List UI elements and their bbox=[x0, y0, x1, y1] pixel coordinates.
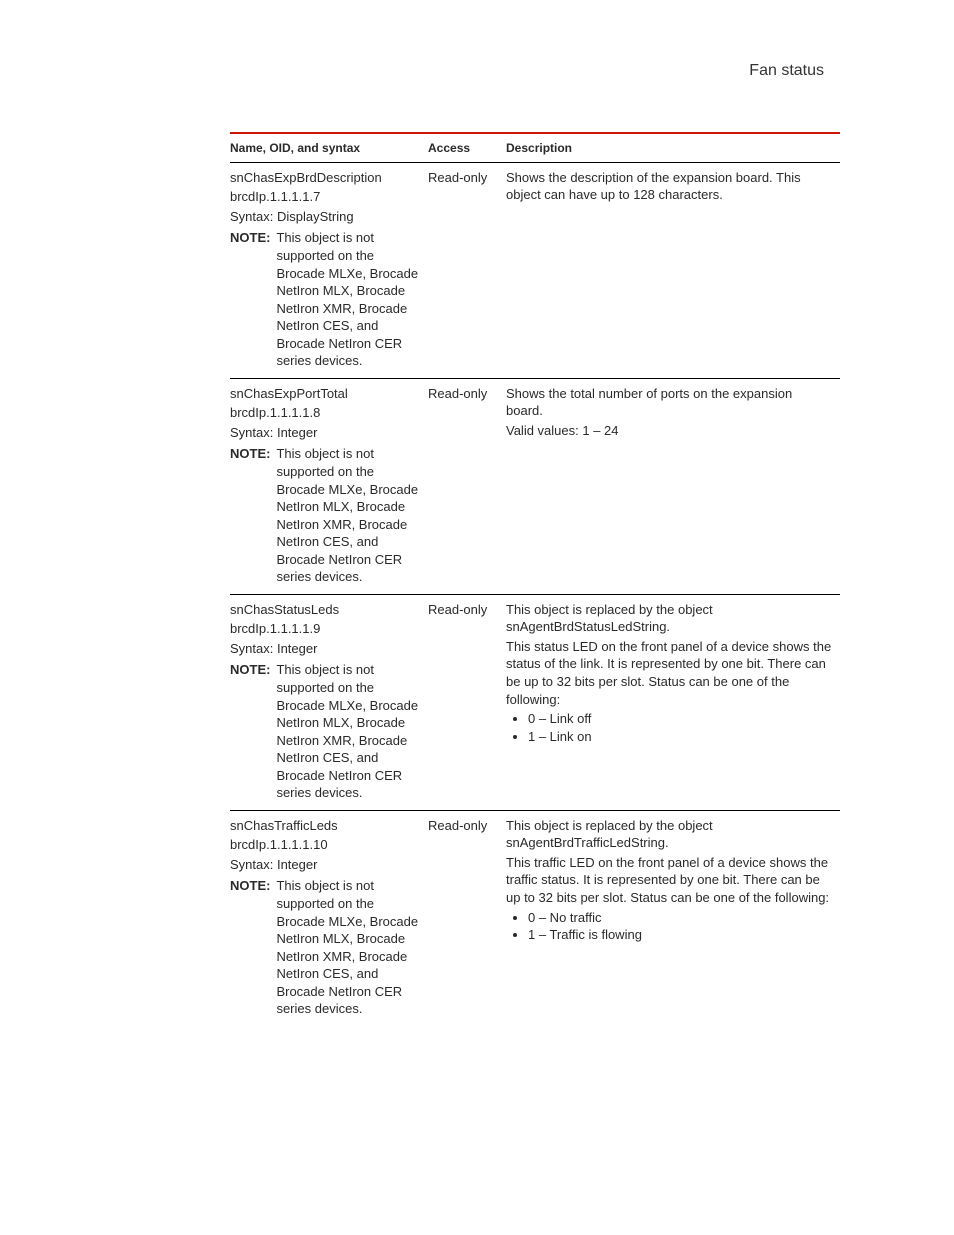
desc-paragraph: This traffic LED on the front panel of a… bbox=[506, 854, 832, 907]
name-line-oid: brcdIp.1.1.1.1.10 bbox=[230, 836, 420, 854]
th-desc: Description bbox=[506, 133, 840, 163]
note-block: NOTE:This object is not supported on the… bbox=[230, 661, 420, 801]
desc-paragraph: This status LED on the front panel of a … bbox=[506, 638, 832, 708]
note-text: This object is not supported on the Broc… bbox=[276, 445, 420, 585]
desc-bullet: 1 – Traffic is flowing bbox=[528, 926, 832, 944]
cell-desc: Shows the total number of ports on the e… bbox=[506, 378, 840, 594]
name-line-name: snChasExpBrdDescription bbox=[230, 169, 420, 187]
desc-bullet-list: 0 – Link off1 – Link on bbox=[528, 710, 832, 745]
table-header-row: Name, OID, and syntax Access Description bbox=[230, 133, 840, 163]
name-line-syntax: Syntax: Integer bbox=[230, 640, 420, 658]
table-row: snChasExpBrdDescriptionbrcdIp.1.1.1.1.7 S… bbox=[230, 162, 840, 378]
desc-bullet: 0 – No traffic bbox=[528, 909, 832, 927]
note-label: NOTE: bbox=[230, 877, 270, 1017]
cell-name: snChasExpPortTotalbrcdIp.1.1.1.1.8 Syntax… bbox=[230, 378, 428, 594]
note-text: This object is not supported on the Broc… bbox=[276, 661, 420, 801]
cell-name: snChasTrafficLedsbrcdIp.1.1.1.1.10 Syntax… bbox=[230, 810, 428, 1026]
note-label: NOTE: bbox=[230, 661, 270, 801]
desc-paragraph: This object is replaced by the object sn… bbox=[506, 817, 832, 852]
desc-bullet: 1 – Link on bbox=[528, 728, 832, 746]
desc-paragraph: Shows the description of the expansion b… bbox=[506, 169, 832, 204]
cell-name: snChasExpBrdDescriptionbrcdIp.1.1.1.1.7 S… bbox=[230, 162, 428, 378]
name-line-syntax: Syntax: Integer bbox=[230, 856, 420, 874]
note-block: NOTE:This object is not supported on the… bbox=[230, 445, 420, 585]
page: Fan status Name, OID, and syntax Access … bbox=[0, 0, 954, 1235]
cell-desc: This object is replaced by the object sn… bbox=[506, 810, 840, 1026]
cell-desc: This object is replaced by the object sn… bbox=[506, 594, 840, 810]
table-row: snChasStatusLedsbrcdIp.1.1.1.1.9 Syntax: … bbox=[230, 594, 840, 810]
name-line-name: snChasTrafficLeds bbox=[230, 817, 420, 835]
note-block: NOTE:This object is not supported on the… bbox=[230, 229, 420, 369]
cell-access: Read-only bbox=[428, 162, 506, 378]
cell-name: snChasStatusLedsbrcdIp.1.1.1.1.9 Syntax: … bbox=[230, 594, 428, 810]
cell-access: Read-only bbox=[428, 810, 506, 1026]
desc-paragraph: Valid values: 1 – 24 bbox=[506, 422, 832, 440]
desc-paragraph: Shows the total number of ports on the e… bbox=[506, 385, 832, 420]
name-line-oid: brcdIp.1.1.1.1.8 bbox=[230, 404, 420, 422]
page-title: Fan status bbox=[120, 60, 834, 82]
note-text: This object is not supported on the Broc… bbox=[276, 229, 420, 369]
name-line-oid: brcdIp.1.1.1.1.9 bbox=[230, 620, 420, 638]
cell-access: Read-only bbox=[428, 594, 506, 810]
note-label: NOTE: bbox=[230, 229, 270, 369]
note-block: NOTE:This object is not supported on the… bbox=[230, 877, 420, 1017]
name-line-oid: brcdIp.1.1.1.1.7 bbox=[230, 188, 420, 206]
name-line-syntax: Syntax: DisplayString bbox=[230, 208, 420, 226]
desc-bullet: 0 – Link off bbox=[528, 710, 832, 728]
mib-table: Name, OID, and syntax Access Description… bbox=[230, 132, 840, 1026]
th-name: Name, OID, and syntax bbox=[230, 133, 428, 163]
cell-desc: Shows the description of the expansion b… bbox=[506, 162, 840, 378]
table-row: snChasExpPortTotalbrcdIp.1.1.1.1.8 Syntax… bbox=[230, 378, 840, 594]
desc-paragraph: This object is replaced by the object sn… bbox=[506, 601, 832, 636]
desc-bullet-list: 0 – No traffic1 – Traffic is flowing bbox=[528, 909, 832, 944]
name-line-syntax: Syntax: Integer bbox=[230, 424, 420, 442]
table-row: snChasTrafficLedsbrcdIp.1.1.1.1.10 Syntax… bbox=[230, 810, 840, 1026]
name-line-name: snChasExpPortTotal bbox=[230, 385, 420, 403]
note-text: This object is not supported on the Broc… bbox=[276, 877, 420, 1017]
note-label: NOTE: bbox=[230, 445, 270, 585]
th-access: Access bbox=[428, 133, 506, 163]
cell-access: Read-only bbox=[428, 378, 506, 594]
name-line-name: snChasStatusLeds bbox=[230, 601, 420, 619]
